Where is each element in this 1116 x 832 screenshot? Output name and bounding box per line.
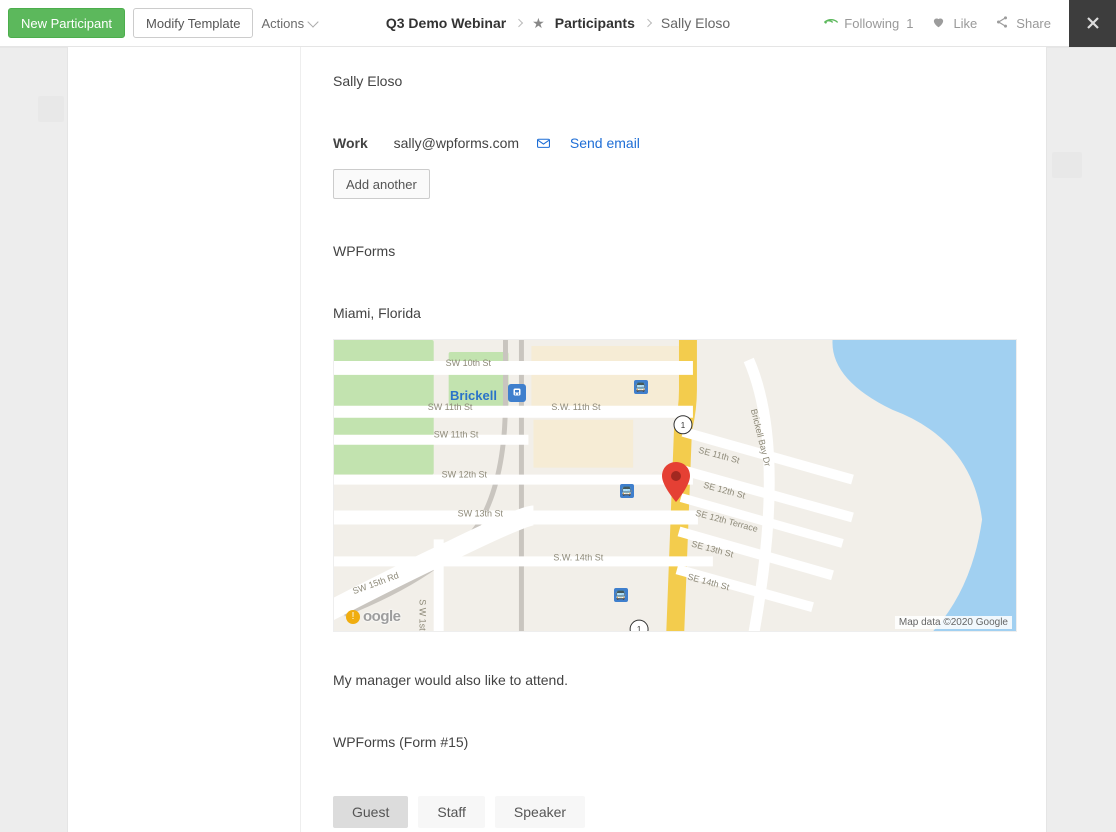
field-location: Location Miami, Florida <box>333 305 1014 632</box>
top-toolbar: New Participant Modify Template Actions … <box>0 0 1116 47</box>
following-label: Following <box>844 16 899 31</box>
add-another-button[interactable]: Add another <box>333 169 430 199</box>
field-company: Company WPForms <box>333 243 1014 259</box>
svg-text:1: 1 <box>681 421 686 430</box>
field-registered-from: Registered From WPForms (Form #15) <box>333 734 1014 750</box>
detail-panel: Name Sally Eloso Email Work sally@wpform… <box>67 47 1047 832</box>
svg-text:SW 13th St: SW 13th St <box>458 508 504 518</box>
svg-text:1: 1 <box>637 625 642 632</box>
map-embed[interactable]: 1 1 SW 10th St SW 11th St S.W. 11th St S… <box>333 339 1017 632</box>
value-name: Sally Eloso <box>333 73 1014 89</box>
broadcast-icon <box>819 12 841 34</box>
map-station-label: Brickell <box>450 388 497 403</box>
chevron-right-icon <box>515 19 523 27</box>
map-logo: ! oogle <box>346 608 401 625</box>
toolbar-right: Following 1 Like Share <box>823 0 1108 47</box>
breadcrumb-root[interactable]: Q3 Demo Webinar <box>386 15 506 31</box>
following-count: 1 <box>906 16 913 31</box>
close-button[interactable] <box>1069 0 1116 47</box>
heart-icon <box>931 15 946 32</box>
detail-body: Name Sally Eloso Email Work sally@wpform… <box>301 47 1046 832</box>
role-guest[interactable]: Guest <box>333 796 408 828</box>
value-company: WPForms <box>333 243 1014 259</box>
svg-text:SW 11th St: SW 11th St <box>428 402 473 412</box>
map-pin-icon <box>662 462 690 502</box>
svg-text:S W 1st Ave: S W 1st Ave <box>418 599 428 632</box>
breadcrumb-leaf: Sally Eloso <box>661 15 730 31</box>
value-registered-from: WPForms (Form #15) <box>333 734 1014 750</box>
value-location: Miami, Florida <box>333 305 1014 321</box>
chevron-right-icon <box>644 19 652 27</box>
mail-icon <box>537 135 554 151</box>
svg-text:SW 10th St: SW 10th St <box>446 358 492 368</box>
actions-label: Actions <box>261 16 304 31</box>
role-selector: Guest Staff Speaker <box>333 796 1014 828</box>
metro-icon <box>508 384 526 402</box>
transit-icon: 🚍 <box>634 380 648 394</box>
share-label: Share <box>1016 16 1051 31</box>
field-name: Name Sally Eloso <box>333 73 1014 89</box>
role-staff[interactable]: Staff <box>418 796 485 828</box>
svg-text:S.W. 11th St: S.W. 11th St <box>551 402 601 412</box>
svg-text:S.W. 14th St: S.W. 14th St <box>553 552 603 562</box>
breadcrumb: Q3 Demo Webinar ★ Participants Sally Elo… <box>386 15 730 32</box>
value-email-row: Work sally@wpforms.com Send email <box>333 135 1014 151</box>
like-button[interactable]: Like <box>931 15 977 32</box>
chevron-down-icon <box>307 16 318 27</box>
google-text: oogle <box>363 608 401 625</box>
close-icon <box>1086 16 1100 30</box>
role-speaker[interactable]: Speaker <box>495 796 585 828</box>
field-comments: Comments My manager would also like to a… <box>333 672 1014 688</box>
field-role: Role Guest Staff Speaker <box>333 796 1014 828</box>
value-comments: My manager would also like to attend. <box>333 672 1014 688</box>
label-column <box>68 47 301 832</box>
following-button[interactable]: Following 1 <box>823 15 913 32</box>
transit-icon: 🚍 <box>614 588 628 602</box>
transit-icon: 🚍 <box>620 484 634 498</box>
actions-dropdown[interactable]: Actions <box>261 16 317 31</box>
share-button[interactable]: Share <box>995 15 1051 32</box>
svg-text:SW 12th St: SW 12th St <box>442 470 488 480</box>
map-attribution: Map data ©2020 Google <box>895 616 1012 629</box>
field-email: Email Work sally@wpforms.com Send email … <box>333 135 1014 199</box>
modify-template-button[interactable]: Modify Template <box>133 8 253 38</box>
share-icon <box>995 15 1009 32</box>
svg-text:SW 11th St: SW 11th St <box>434 430 479 440</box>
new-participant-button[interactable]: New Participant <box>8 8 125 38</box>
like-label: Like <box>953 16 977 31</box>
breadcrumb-participants[interactable]: Participants <box>555 15 635 31</box>
send-email-link[interactable]: Send email <box>570 135 640 151</box>
warning-icon: ! <box>346 610 360 624</box>
email-address: sally@wpforms.com <box>394 135 519 151</box>
email-type: Work <box>333 135 368 151</box>
star-icon: ★ <box>532 15 545 32</box>
